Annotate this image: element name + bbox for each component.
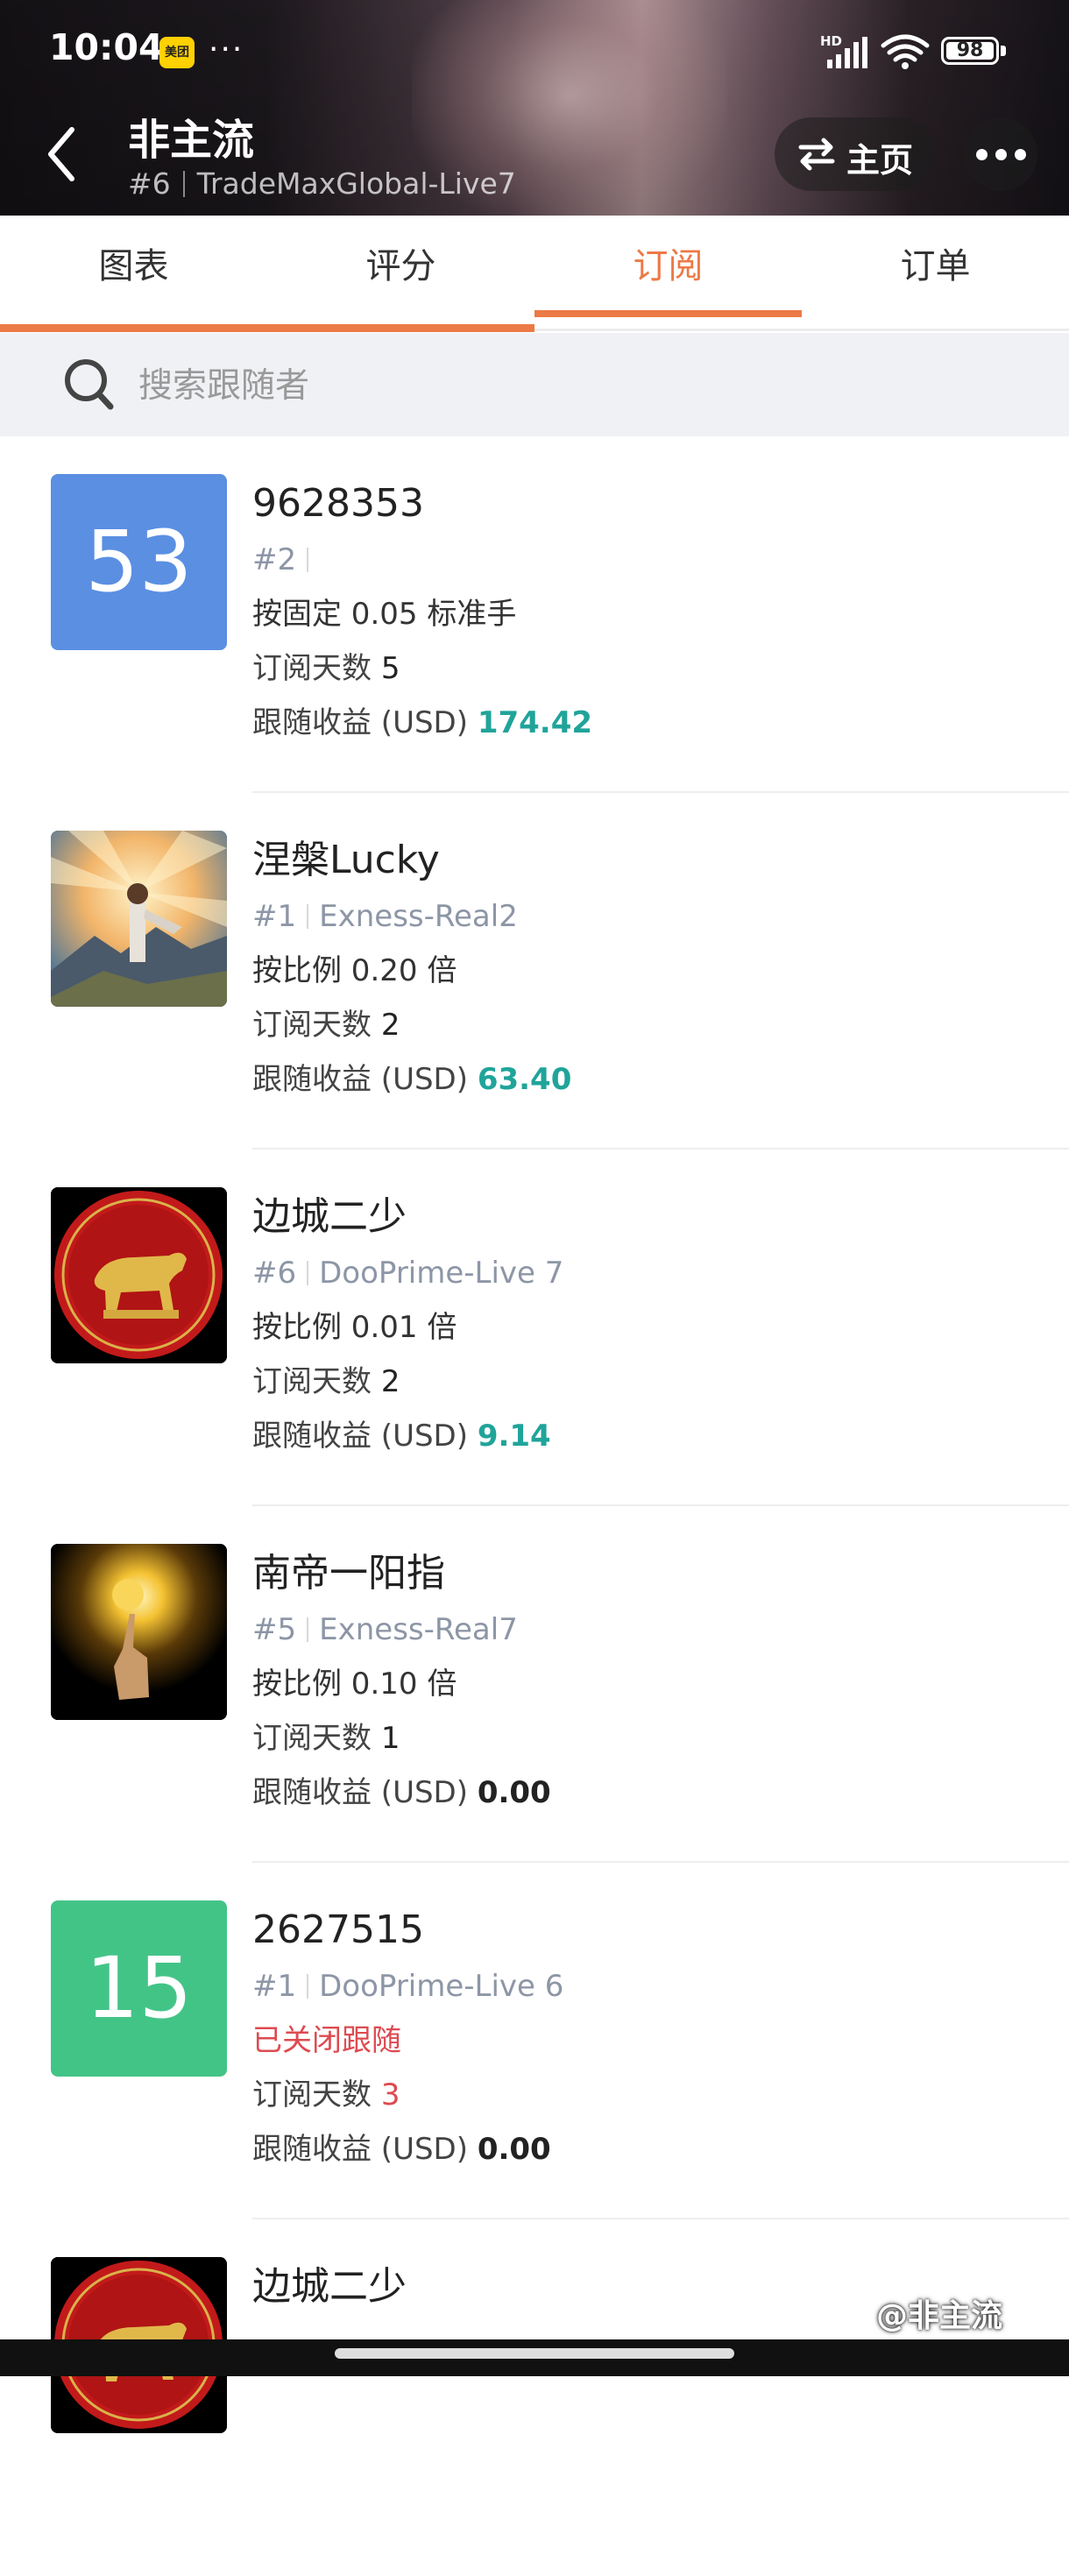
more-notifications-icon: ··· bbox=[209, 32, 244, 67]
days-value: 1 bbox=[380, 1721, 400, 1756]
list-item[interactable]: 边城二少 bbox=[0, 2219, 1069, 2576]
profit-label: 跟随收益 (USD) bbox=[252, 705, 468, 740]
wifi-icon bbox=[881, 34, 930, 69]
follower-name: 南帝一阳指 bbox=[252, 1551, 445, 1596]
avatar: 53 bbox=[51, 474, 227, 650]
status-bar: 10:04 美团 ··· HD 98 bbox=[0, 0, 1069, 105]
days-value: 2 bbox=[380, 1008, 400, 1043]
page-title: 非主流 bbox=[128, 116, 255, 165]
page-progress-bar bbox=[0, 324, 534, 332]
days-label: 订阅天数 bbox=[252, 651, 372, 686]
watermark: @非主流 bbox=[876, 2298, 1003, 2334]
header: 10:04 美团 ··· HD 98 非主流 #6 TradeMaxGlobal- bbox=[0, 0, 1069, 216]
days-value: 3 bbox=[380, 2077, 400, 2112]
list-item[interactable]: 53 9628353 #2 按固定 0.05 标准手 订阅天数 5 跟随收益 (… bbox=[0, 436, 1069, 793]
days-label: 订阅天数 bbox=[252, 1364, 372, 1399]
profit-value: 0.00 bbox=[477, 2132, 551, 2167]
tab-subscriptions[interactable]: 订阅 bbox=[534, 216, 802, 312]
list-item[interactable]: 15 2627515 #1 DooPrime-Live 6 已关闭跟随 订阅天数 … bbox=[0, 1863, 1069, 2219]
back-button[interactable] bbox=[35, 119, 91, 189]
avatar-image bbox=[51, 1544, 227, 1720]
days-label: 订阅天数 bbox=[252, 1721, 372, 1756]
more-menu-button[interactable] bbox=[964, 117, 1037, 191]
days-value: 5 bbox=[380, 651, 400, 686]
trader-rank: #6 bbox=[128, 166, 171, 201]
profit-value: 9.14 bbox=[477, 1419, 551, 1454]
trader-server: TradeMaxGlobal-Live7 bbox=[196, 166, 516, 201]
avatar-image bbox=[51, 1187, 227, 1363]
avatar bbox=[51, 1544, 227, 1720]
follower-server: DooPrime-Live 6 bbox=[319, 1969, 564, 2004]
swap-icon bbox=[798, 138, 835, 171]
profit-label: 跟随收益 (USD) bbox=[252, 1419, 468, 1454]
more-icon bbox=[976, 149, 988, 160]
active-tab-indicator bbox=[534, 310, 802, 317]
copy-mode: 按比例 0.20 倍 bbox=[252, 953, 457, 988]
follower-rank: #6 bbox=[252, 1256, 297, 1291]
follower-list: 53 9628353 #2 按固定 0.05 标准手 订阅天数 5 跟随收益 (… bbox=[0, 436, 1069, 2576]
clock: 10:04 bbox=[49, 26, 164, 68]
follower-server: DooPrime-Live 7 bbox=[319, 1256, 564, 1291]
tab-chart[interactable]: 图表 bbox=[0, 216, 267, 312]
list-item[interactable]: 南帝一阳指 #5 Exness-Real7 按比例 0.10 倍 订阅天数 1 跟… bbox=[0, 1506, 1069, 1863]
chevron-left-icon bbox=[48, 127, 74, 181]
follower-server: Exness-Real7 bbox=[319, 1612, 518, 1647]
avatar-image bbox=[51, 831, 227, 1007]
home-button-label: 主页 bbox=[846, 141, 914, 180]
follower-name: 2627515 bbox=[252, 1907, 424, 1952]
page-subtitle: #6 TradeMaxGlobal-Live7 bbox=[128, 166, 516, 201]
copy-status-closed: 已关闭跟随 bbox=[252, 2023, 401, 2058]
days-label: 订阅天数 bbox=[252, 2077, 372, 2112]
avatar: 15 bbox=[51, 1900, 227, 2077]
profit-label: 跟随收益 (USD) bbox=[252, 1775, 468, 1810]
copy-mode: 按比例 0.10 倍 bbox=[252, 1667, 457, 1702]
signal-icon bbox=[827, 37, 867, 68]
battery-icon: 98 bbox=[941, 37, 999, 65]
profit-label: 跟随收益 (USD) bbox=[252, 1062, 468, 1097]
tab-orders[interactable]: 订单 bbox=[802, 216, 1069, 312]
battery-level: 98 bbox=[956, 39, 984, 61]
avatar bbox=[51, 1187, 227, 1363]
search-icon bbox=[65, 359, 114, 410]
copy-mode: 按比例 0.01 倍 bbox=[252, 1310, 457, 1345]
follower-rank: #2 bbox=[252, 542, 297, 577]
profit-value: 0.00 bbox=[477, 1775, 551, 1810]
search-bar bbox=[0, 333, 1069, 436]
copy-mode: 按固定 0.05 标准手 bbox=[252, 597, 517, 632]
profit-label: 跟随收益 (USD) bbox=[252, 2132, 468, 2167]
profit-value: 174.42 bbox=[477, 705, 593, 740]
meituan-app-icon: 美团 bbox=[159, 37, 195, 68]
avatar bbox=[51, 831, 227, 1007]
follower-rank: #5 bbox=[252, 1612, 297, 1647]
profit-value: 63.40 bbox=[477, 1062, 572, 1097]
list-item[interactable]: 边城二少 #6 DooPrime-Live 7 按比例 0.01 倍 订阅天数 2… bbox=[0, 1150, 1069, 1506]
follower-name: 9628353 bbox=[252, 481, 424, 526]
follower-server: Exness-Real2 bbox=[319, 899, 518, 934]
follower-name: 涅槃Lucky bbox=[252, 838, 440, 882]
follower-rank: #1 bbox=[252, 899, 297, 934]
list-item[interactable]: 涅槃Lucky #1 Exness-Real2 按比例 0.20 倍 订阅天数 2… bbox=[0, 793, 1069, 1150]
home-indicator[interactable] bbox=[335, 2348, 734, 2359]
tab-rating[interactable]: 评分 bbox=[267, 216, 534, 312]
follower-rank: #1 bbox=[252, 1969, 297, 2004]
search-input[interactable] bbox=[137, 356, 929, 415]
days-label: 订阅天数 bbox=[252, 1008, 372, 1043]
days-value: 2 bbox=[380, 1364, 400, 1399]
home-button[interactable]: 主页 bbox=[775, 117, 934, 191]
follower-name: 边城二少 bbox=[252, 1194, 407, 1239]
